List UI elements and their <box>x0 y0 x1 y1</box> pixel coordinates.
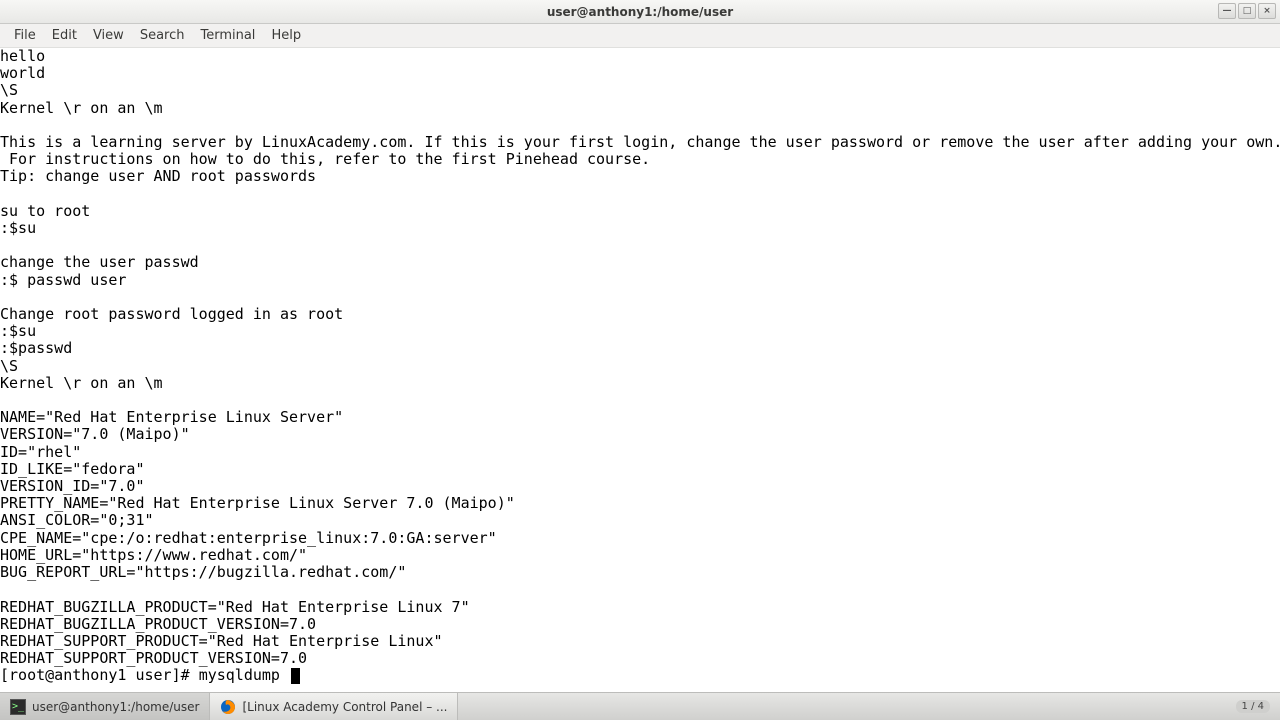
window-controls: — □ × <box>1218 3 1276 19</box>
menu-search[interactable]: Search <box>132 26 193 45</box>
shell-command: mysqldump <box>199 666 289 684</box>
terminal-line: \S <box>0 82 1280 99</box>
taskbar: >_ user@anthony1:/home/user [Linux Acade… <box>0 692 1280 720</box>
terminal-line <box>0 392 1280 409</box>
taskbar-spacer <box>458 693 1225 720</box>
menu-terminal[interactable]: Terminal <box>192 26 263 45</box>
terminal-line: CPE_NAME="cpe:/o:redhat:enterprise_linux… <box>0 530 1280 547</box>
terminal-line <box>0 237 1280 254</box>
terminal-line: VERSION="7.0 (Maipo)" <box>0 426 1280 443</box>
terminal-line: VERSION_ID="7.0" <box>0 478 1280 495</box>
terminal-output[interactable]: helloworld\SKernel \r on an \m This is a… <box>0 48 1280 692</box>
menu-view[interactable]: View <box>85 26 132 45</box>
taskbar-terminal-label: user@anthony1:/home/user <box>32 700 199 714</box>
slide-indicator: 1 / 4 <box>1236 700 1270 713</box>
terminal-line: world <box>0 65 1280 82</box>
terminal-line: su to root <box>0 203 1280 220</box>
terminal-line: HOME_URL="https://www.redhat.com/" <box>0 547 1280 564</box>
terminal-line: :$su <box>0 323 1280 340</box>
taskbar-item-terminal[interactable]: >_ user@anthony1:/home/user <box>0 693 210 720</box>
terminal-line: :$su <box>0 220 1280 237</box>
taskbar-item-firefox[interactable]: [Linux Academy Control Panel – ... <box>210 693 458 720</box>
cursor-icon <box>291 668 300 684</box>
minimize-button[interactable]: — <box>1218 3 1236 19</box>
close-button[interactable]: × <box>1258 3 1276 19</box>
shell-prompt: [root@anthony1 user]# <box>0 666 199 684</box>
menu-help[interactable]: Help <box>263 26 309 45</box>
system-tray: 1 / 4 <box>1226 693 1280 720</box>
terminal-line: REDHAT_BUGZILLA_PRODUCT="Red Hat Enterpr… <box>0 599 1280 616</box>
maximize-button[interactable]: □ <box>1238 3 1256 19</box>
terminal-line: change the user passwd <box>0 254 1280 271</box>
terminal-line: \S <box>0 358 1280 375</box>
terminal-line: REDHAT_BUGZILLA_PRODUCT_VERSION=7.0 <box>0 616 1280 633</box>
terminal-line: This is a learning server by LinuxAcadem… <box>0 134 1280 151</box>
taskbar-firefox-label: [Linux Academy Control Panel – ... <box>242 700 447 714</box>
minimize-icon: — <box>1223 6 1232 16</box>
titlebar[interactable]: user@anthony1:/home/user — □ × <box>0 0 1280 24</box>
close-icon: × <box>1263 6 1271 16</box>
terminal-icon: >_ <box>10 699 26 715</box>
menu-file[interactable]: File <box>6 26 44 45</box>
terminal-line <box>0 186 1280 203</box>
terminal-line: Kernel \r on an \m <box>0 375 1280 392</box>
terminal-line <box>0 581 1280 598</box>
terminal-line: Tip: change user AND root passwords <box>0 168 1280 185</box>
terminal-window: user@anthony1:/home/user — □ × File Edit… <box>0 0 1280 720</box>
menu-edit[interactable]: Edit <box>44 26 85 45</box>
terminal-line <box>0 289 1280 306</box>
terminal-prompt-line[interactable]: [root@anthony1 user]# mysqldump <box>0 667 1280 684</box>
terminal-line: ID_LIKE="fedora" <box>0 461 1280 478</box>
terminal-line: Kernel \r on an \m <box>0 100 1280 117</box>
terminal-line: BUG_REPORT_URL="https://bugzilla.redhat.… <box>0 564 1280 581</box>
terminal-line: Change root password logged in as root <box>0 306 1280 323</box>
terminal-line: hello <box>0 48 1280 65</box>
terminal-line: REDHAT_SUPPORT_PRODUCT="Red Hat Enterpri… <box>0 633 1280 650</box>
terminal-line: PRETTY_NAME="Red Hat Enterprise Linux Se… <box>0 495 1280 512</box>
terminal-line <box>0 117 1280 134</box>
terminal-line: ID="rhel" <box>0 444 1280 461</box>
terminal-line: ANSI_COLOR="0;31" <box>0 512 1280 529</box>
maximize-icon: □ <box>1243 6 1252 16</box>
window-title: user@anthony1:/home/user <box>547 5 733 19</box>
menubar: File Edit View Search Terminal Help <box>0 24 1280 48</box>
terminal-line: :$passwd <box>0 340 1280 357</box>
terminal-line: :$ passwd user <box>0 272 1280 289</box>
terminal-line: REDHAT_SUPPORT_PRODUCT_VERSION=7.0 <box>0 650 1280 667</box>
firefox-icon <box>220 699 236 715</box>
terminal-line: For instructions on how to do this, refe… <box>0 151 1280 168</box>
terminal-line: NAME="Red Hat Enterprise Linux Server" <box>0 409 1280 426</box>
